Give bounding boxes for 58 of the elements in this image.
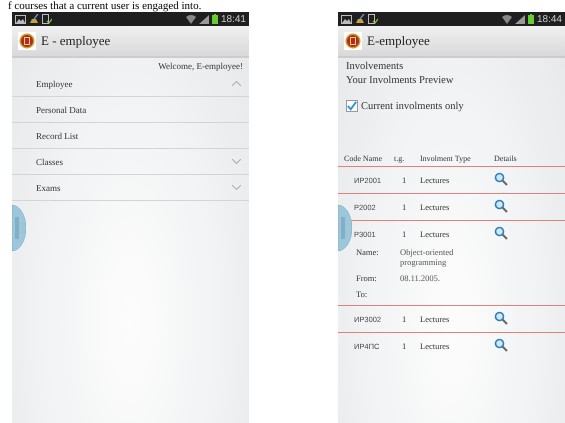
detail-label: To: bbox=[356, 289, 368, 299]
column-header: Details bbox=[494, 154, 518, 162]
detail-value: 08.11.2005. bbox=[400, 273, 442, 283]
signal-icon bbox=[514, 14, 525, 24]
menu-item[interactable]: Personal Data bbox=[12, 97, 249, 123]
table-cell-text: Lectures bbox=[420, 229, 450, 239]
checkbox-label[interactable]: Current involments only bbox=[361, 100, 464, 112]
table-cell-text: 1 bbox=[401, 202, 408, 212]
table-cell-text: Lectures bbox=[420, 175, 450, 185]
menu-item[interactable]: Classes bbox=[12, 149, 249, 175]
table-cell-text: Lectures bbox=[420, 202, 450, 212]
battery-icon bbox=[212, 14, 218, 24]
detail-label: From: bbox=[356, 273, 378, 283]
section-title: Involvements bbox=[345, 60, 404, 72]
signal-icon bbox=[198, 14, 209, 24]
caption-text: f courses that a current user is engaged into. bbox=[7, 0, 202, 12]
section-subtitle: Your Involments Preview bbox=[345, 74, 454, 86]
welcome-text: Welcome, E-employee! bbox=[157, 60, 244, 71]
battery-icon bbox=[528, 14, 534, 24]
app-title: E-employee bbox=[367, 33, 430, 49]
wifi-icon bbox=[186, 14, 196, 24]
menu-item[interactable]: Record List bbox=[12, 123, 249, 149]
phone-icon bbox=[368, 14, 378, 24]
search-icon[interactable] bbox=[494, 199, 508, 213]
table-cell-text: 1 bbox=[401, 175, 408, 185]
clock-time: 18:44 bbox=[536, 14, 562, 24]
search-icon[interactable] bbox=[494, 226, 508, 240]
drawer-handle[interactable] bbox=[338, 205, 352, 251]
column-header: Involment Type bbox=[420, 154, 472, 162]
search-icon[interactable] bbox=[494, 172, 508, 186]
checkbox[interactable] bbox=[346, 100, 358, 112]
search-icon[interactable] bbox=[494, 311, 508, 325]
app-title: E - employee bbox=[41, 33, 110, 49]
clock-time: 18:41 bbox=[220, 14, 246, 24]
brush-icon bbox=[29, 14, 39, 24]
search-icon[interactable] bbox=[494, 338, 508, 352]
table-cell-text: 1 bbox=[401, 314, 408, 324]
logo-icon bbox=[344, 32, 362, 50]
caret-icon bbox=[232, 185, 241, 190]
table-cell-text: Lectures bbox=[420, 341, 450, 351]
image-icon bbox=[15, 14, 26, 24]
menu-item[interactable]: Exams bbox=[12, 175, 249, 201]
table-cell-text: Lectures bbox=[420, 314, 450, 324]
wifi-icon bbox=[502, 14, 512, 24]
detail-value: Object-oriented programming bbox=[400, 247, 454, 267]
table-cell-text: 1 bbox=[401, 229, 408, 239]
column-header: t.g. bbox=[394, 154, 406, 162]
image-icon bbox=[341, 14, 352, 24]
caret-icon bbox=[232, 159, 241, 164]
table-cell-text: 1 bbox=[401, 341, 408, 351]
brush-icon bbox=[355, 14, 365, 24]
caret-icon bbox=[232, 81, 241, 86]
logo-icon bbox=[18, 32, 36, 50]
column-header: Code Name bbox=[344, 154, 383, 162]
detail-label: Name: bbox=[356, 247, 380, 259]
drawer-handle[interactable] bbox=[12, 205, 26, 251]
phone-icon bbox=[42, 14, 52, 24]
menu-item[interactable]: Employee bbox=[12, 71, 249, 97]
